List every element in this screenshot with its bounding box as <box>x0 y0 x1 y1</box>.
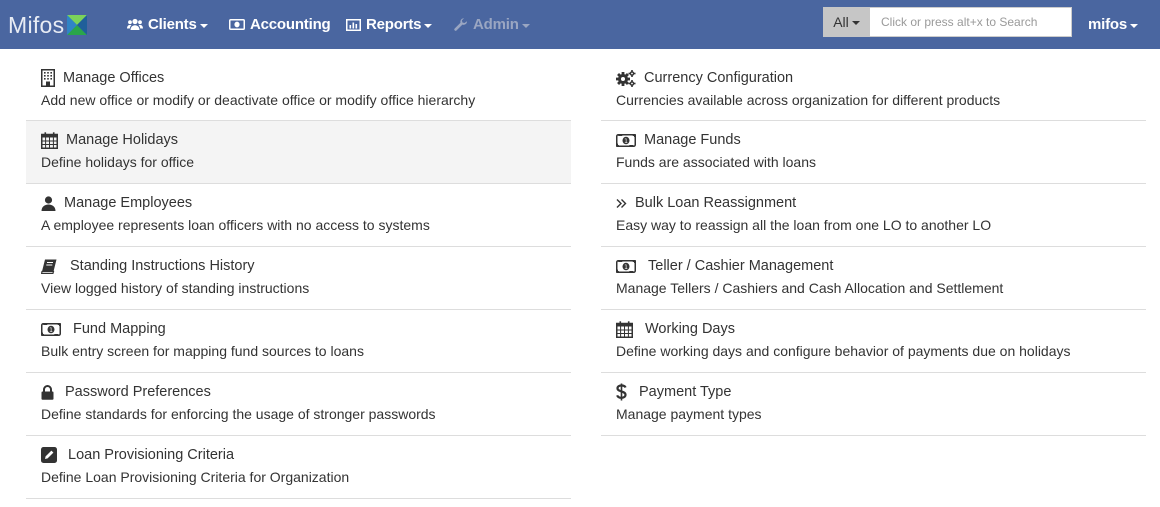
list-item-payment-type[interactable]: Payment Type Manage payment types <box>601 373 1146 436</box>
book-icon <box>41 259 57 274</box>
list-item-description: Define working days and configure behavi… <box>616 343 1071 359</box>
list-item-title: Bulk Loan Reassignment <box>635 195 797 211</box>
admin-options-left-column: Manage Offices Add new office or modify … <box>26 59 571 499</box>
top-navbar: Mifos Clients Accounting Reports Admin A… <box>0 0 1160 49</box>
money-icon <box>229 19 245 30</box>
lock-icon <box>41 384 54 400</box>
list-item-description: Currencies available across organization… <box>616 92 1001 108</box>
calendar-icon <box>616 320 633 338</box>
brand-name: Mifos <box>8 11 65 38</box>
list-item-manage-offices[interactable]: Manage Offices Add new office or modify … <box>26 59 571 121</box>
list-item-password-preferences[interactable]: Password Preferences Define standards fo… <box>26 373 571 436</box>
money-icon: 1 <box>616 259 636 273</box>
svg-text:1: 1 <box>624 137 628 144</box>
list-item-title: Currency Configuration <box>644 70 794 86</box>
chevron-down-icon <box>851 21 860 25</box>
list-item-manage-holidays[interactable]: Manage Holidays Define holidays for offi… <box>26 121 571 184</box>
list-item-teller-cashier-management[interactable]: 1 Teller / Cashier Management Manage Tel… <box>601 247 1146 310</box>
chevron-down-icon <box>424 23 433 28</box>
search-group: All <box>823 7 1072 37</box>
list-item-description: Manage payment types <box>616 406 762 422</box>
list-item-title: Manage Employees <box>64 195 193 211</box>
nav-admin[interactable]: Admin <box>454 0 530 49</box>
list-item-description: Funds are associated with loans <box>616 154 816 170</box>
calendar-icon <box>41 131 58 149</box>
list-item-title: Teller / Cashier Management <box>648 258 834 274</box>
list-item-working-days[interactable]: Working Days Define working days and con… <box>601 310 1146 373</box>
search-scope-dropdown[interactable]: All <box>823 7 870 37</box>
list-item-currency-configuration[interactable]: Currency Configuration Currencies availa… <box>601 59 1146 121</box>
nav-reports[interactable]: Reports <box>346 0 433 49</box>
nav-accounting-label: Accounting <box>250 16 331 33</box>
mifos-logo-icon <box>67 15 88 35</box>
list-item-description: Define standards for enforcing the usage… <box>41 406 436 422</box>
list-item-description: Define Loan Provisioning Criteria for Or… <box>41 469 350 485</box>
list-item-title: Fund Mapping <box>73 321 166 337</box>
list-item-title: Manage Funds <box>644 132 741 148</box>
list-item-bulk-loan-reassignment[interactable]: Bulk Loan Reassignment Easy way to reass… <box>601 184 1146 247</box>
chevron-down-icon <box>199 23 208 28</box>
list-item-title: Password Preferences <box>65 384 211 400</box>
edit-icon <box>41 447 57 463</box>
user-menu[interactable]: mifos <box>1088 0 1139 49</box>
list-item-title: Manage Holidays <box>66 132 179 148</box>
users-icon <box>127 18 143 31</box>
user-menu-label: mifos <box>1088 16 1128 33</box>
admin-options-right-column: Currency Configuration Currencies availa… <box>601 59 1146 436</box>
list-item-manage-funds[interactable]: 1 Manage Funds Funds are associated with… <box>601 121 1146 184</box>
svg-text:1: 1 <box>49 326 53 333</box>
list-item-standing-instructions-history[interactable]: Standing Instructions History View logge… <box>26 247 571 310</box>
list-item-title: Working Days <box>645 321 735 337</box>
dollar-icon <box>616 383 627 401</box>
list-item-description: Easy way to reassign all the loan from o… <box>616 217 992 233</box>
nav-reports-label: Reports <box>366 16 422 33</box>
chevron-down-icon <box>521 23 530 28</box>
svg-text:1: 1 <box>624 263 628 270</box>
list-item-fund-mapping[interactable]: 1 Fund Mapping Bulk entry screen for map… <box>26 310 571 373</box>
search-input[interactable] <box>870 7 1072 37</box>
list-item-description: Manage Tellers / Cashiers and Cash Alloc… <box>616 280 1004 296</box>
list-item-description: Bulk entry screen for mapping fund sourc… <box>41 343 364 359</box>
cogs-icon <box>616 69 636 87</box>
building-icon <box>41 69 55 87</box>
nav-accounting[interactable]: Accounting <box>229 0 331 49</box>
list-item-title: Loan Provisioning Criteria <box>68 447 235 463</box>
list-item-title: Payment Type <box>639 384 732 400</box>
brand-logo-link[interactable]: Mifos <box>8 11 88 39</box>
money-icon: 1 <box>616 133 636 147</box>
list-item-description: View logged history of standing instruct… <box>41 280 310 296</box>
list-item-description: Add new office or modify or deactivate o… <box>41 92 476 108</box>
search-scope-label: All <box>833 14 849 30</box>
nav-clients[interactable]: Clients <box>127 0 208 49</box>
bar-chart-icon <box>346 18 361 31</box>
list-item-description: A employee represents loan officers with… <box>41 217 430 233</box>
chevron-down-icon <box>1130 23 1139 28</box>
list-item-title: Manage Offices <box>63 70 165 86</box>
user-icon <box>41 195 56 211</box>
double-angle-right-icon <box>616 198 627 209</box>
list-item-manage-employees[interactable]: Manage Employees A employee represents l… <box>26 184 571 247</box>
nav-clients-label: Clients <box>148 16 197 33</box>
list-item-description: Define holidays for office <box>41 154 195 170</box>
money-icon: 1 <box>41 322 61 336</box>
list-item-title: Standing Instructions History <box>70 258 255 274</box>
nav-admin-label: Admin <box>473 16 519 33</box>
list-item-loan-provisioning-criteria[interactable]: Loan Provisioning Criteria Define Loan P… <box>26 436 571 499</box>
wrench-icon <box>454 17 468 32</box>
